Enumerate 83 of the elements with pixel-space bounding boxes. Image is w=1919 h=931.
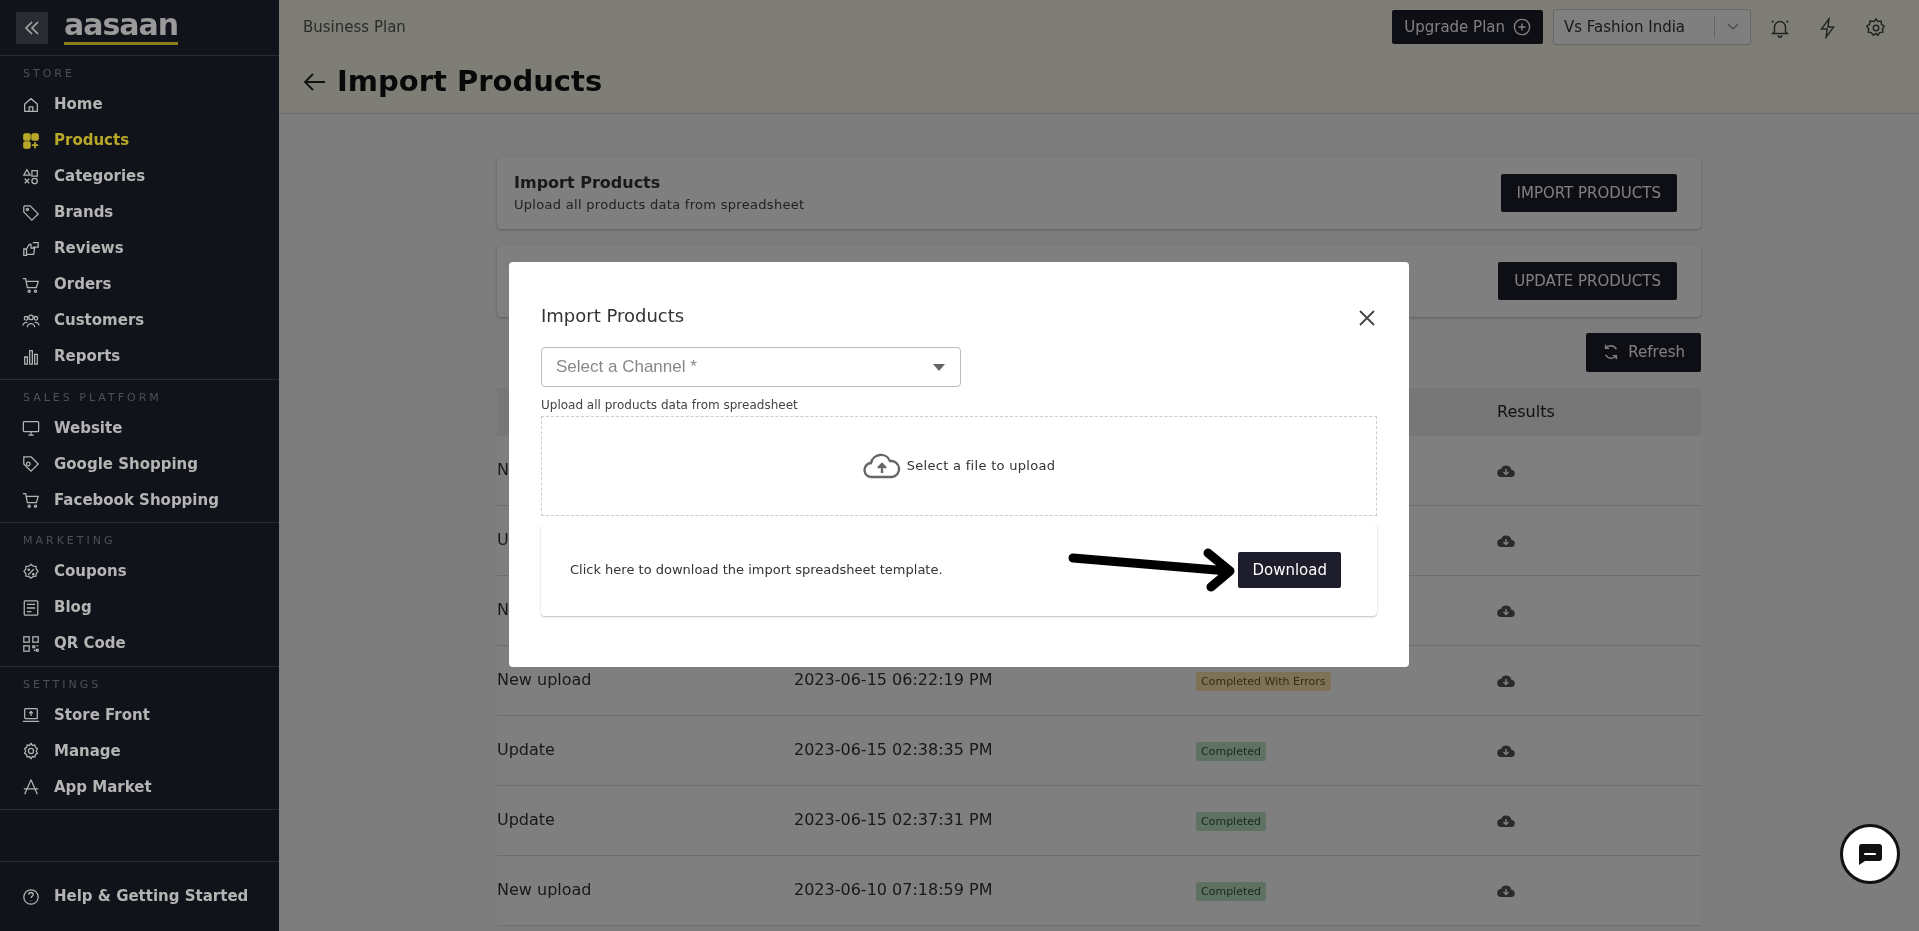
- chevron-down-icon: [1726, 23, 1739, 31]
- section-title: STORE: [22, 66, 76, 82]
- nav-item[interactable]: Reviews: [0, 230, 279, 267]
- badge-percent-icon: [22, 562, 40, 581]
- column-header: Results: [1497, 400, 1556, 423]
- table-cell-text: New upload: [497, 879, 593, 901]
- cloud-download-icon[interactable]: [1497, 463, 1515, 478]
- plus-circle-icon: [1513, 18, 1531, 36]
- nav-item[interactable]: Categories: [0, 158, 279, 195]
- card-title: Import Products: [514, 172, 662, 195]
- plan-label: Business Plan: [303, 16, 406, 38]
- table-cell-text: Update: [497, 739, 556, 761]
- nav-item[interactable]: App Market: [0, 769, 279, 805]
- cart-icon: [22, 491, 40, 509]
- nav-item[interactable]: Store Front: [0, 697, 279, 733]
- dialog-title: Import Products: [541, 304, 685, 328]
- file-dropzone[interactable]: Select a file to upload: [541, 416, 1377, 516]
- nav-item[interactable]: Website: [0, 410, 279, 446]
- nav-item[interactable]: Brands: [0, 194, 279, 231]
- status-tag: Completed: [1196, 882, 1266, 901]
- action-button[interactable]: UPDATE PRODUCTS: [1498, 261, 1677, 301]
- grid-plus-icon: [22, 131, 40, 150]
- table-cell: 2023-06-15 02:37:31 PM: [794, 810, 993, 829]
- table-cell: 2023-06-10 07:18:59 PM: [794, 880, 993, 899]
- cloud-download-icon[interactable]: [1497, 673, 1515, 688]
- help-link[interactable]: Help & Getting Started: [0, 878, 271, 915]
- nav-item[interactable]: Reports: [0, 338, 279, 375]
- cloud-download-icon[interactable]: [1497, 813, 1515, 828]
- cloud-download-icon[interactable]: [1497, 603, 1515, 618]
- table-cell-text: U: [497, 529, 510, 551]
- monitor-icon: [22, 419, 40, 437]
- collapse-icon[interactable]: [16, 11, 48, 44]
- card-subtitle: Upload all products data from spreadsheet: [514, 196, 805, 215]
- table-cell-text: N: [497, 599, 510, 621]
- channel-select[interactable]: Select a Channel *: [541, 347, 961, 387]
- nav-item[interactable]: Coupons: [0, 553, 279, 590]
- section-title: SETTINGS: [22, 676, 103, 693]
- helper-text: Upload all products data from spreadsheet: [541, 397, 799, 414]
- table-cell-text: Update: [497, 809, 556, 831]
- document-icon: [22, 598, 40, 617]
- bar-chart-icon: [22, 347, 40, 366]
- table-cell: 2023-06-15 06:22:19 PM: [794, 670, 993, 689]
- logo: aasaan: [64, 10, 179, 45]
- nav-item[interactable]: Manage: [0, 733, 279, 769]
- table-cell-text: N: [497, 459, 510, 481]
- action-button[interactable]: IMPORT PRODUCTS: [1500, 173, 1677, 213]
- chat-icon[interactable]: [1840, 824, 1900, 884]
- nav-item[interactable]: Facebook Shopping: [0, 482, 279, 518]
- nav-item[interactable]: Customers: [0, 302, 279, 339]
- status-tag: Completed: [1196, 812, 1266, 831]
- status-tag: Completed With Errors: [1196, 672, 1331, 691]
- nav-item[interactable]: Home: [0, 86, 279, 123]
- nav-item[interactable]: QR Code: [0, 625, 279, 662]
- qr-code-icon: [22, 634, 40, 653]
- page-title: Import Products: [337, 64, 603, 99]
- cloud-download-icon[interactable]: [1497, 533, 1515, 548]
- tag-icon: [22, 203, 40, 222]
- gear-icon: [22, 742, 40, 760]
- house-icon: [22, 95, 40, 114]
- cloud-download-icon[interactable]: [1497, 883, 1515, 898]
- tag-icon: [22, 455, 40, 473]
- store-select[interactable]: Vs Fashion India: [1553, 9, 1751, 45]
- nav-item[interactable]: Blog: [0, 589, 279, 626]
- help-icon: [22, 887, 40, 906]
- upgrade-plan-button[interactable]: Upgrade Plan: [1392, 10, 1543, 44]
- table-cell: 2023-06-15 02:38:35 PM: [794, 740, 993, 759]
- thumbs-icon: [22, 239, 40, 258]
- caret-down-icon: [933, 364, 945, 371]
- refresh-button[interactable]: Refresh: [1586, 333, 1701, 372]
- laptop-icon: [22, 706, 40, 724]
- status-tag: Completed: [1196, 742, 1266, 761]
- download-button[interactable]: Download: [1238, 551, 1341, 589]
- template-text: Click here to download the import spreadsheet template.: [570, 561, 943, 580]
- nav-item[interactable]: Products: [0, 122, 279, 159]
- shapes-icon: [22, 167, 40, 186]
- nav-item[interactable]: Orders: [0, 266, 279, 303]
- table-cell-text: New upload: [497, 669, 593, 691]
- cart-icon: [22, 275, 40, 294]
- nav-item[interactable]: Google Shopping: [0, 446, 279, 482]
- cloud-upload-icon: [862, 453, 901, 479]
- section-title: SALES PLATFORM: [22, 389, 163, 406]
- cloud-download-icon[interactable]: [1497, 743, 1515, 758]
- section-title: MARKETING: [22, 533, 117, 549]
